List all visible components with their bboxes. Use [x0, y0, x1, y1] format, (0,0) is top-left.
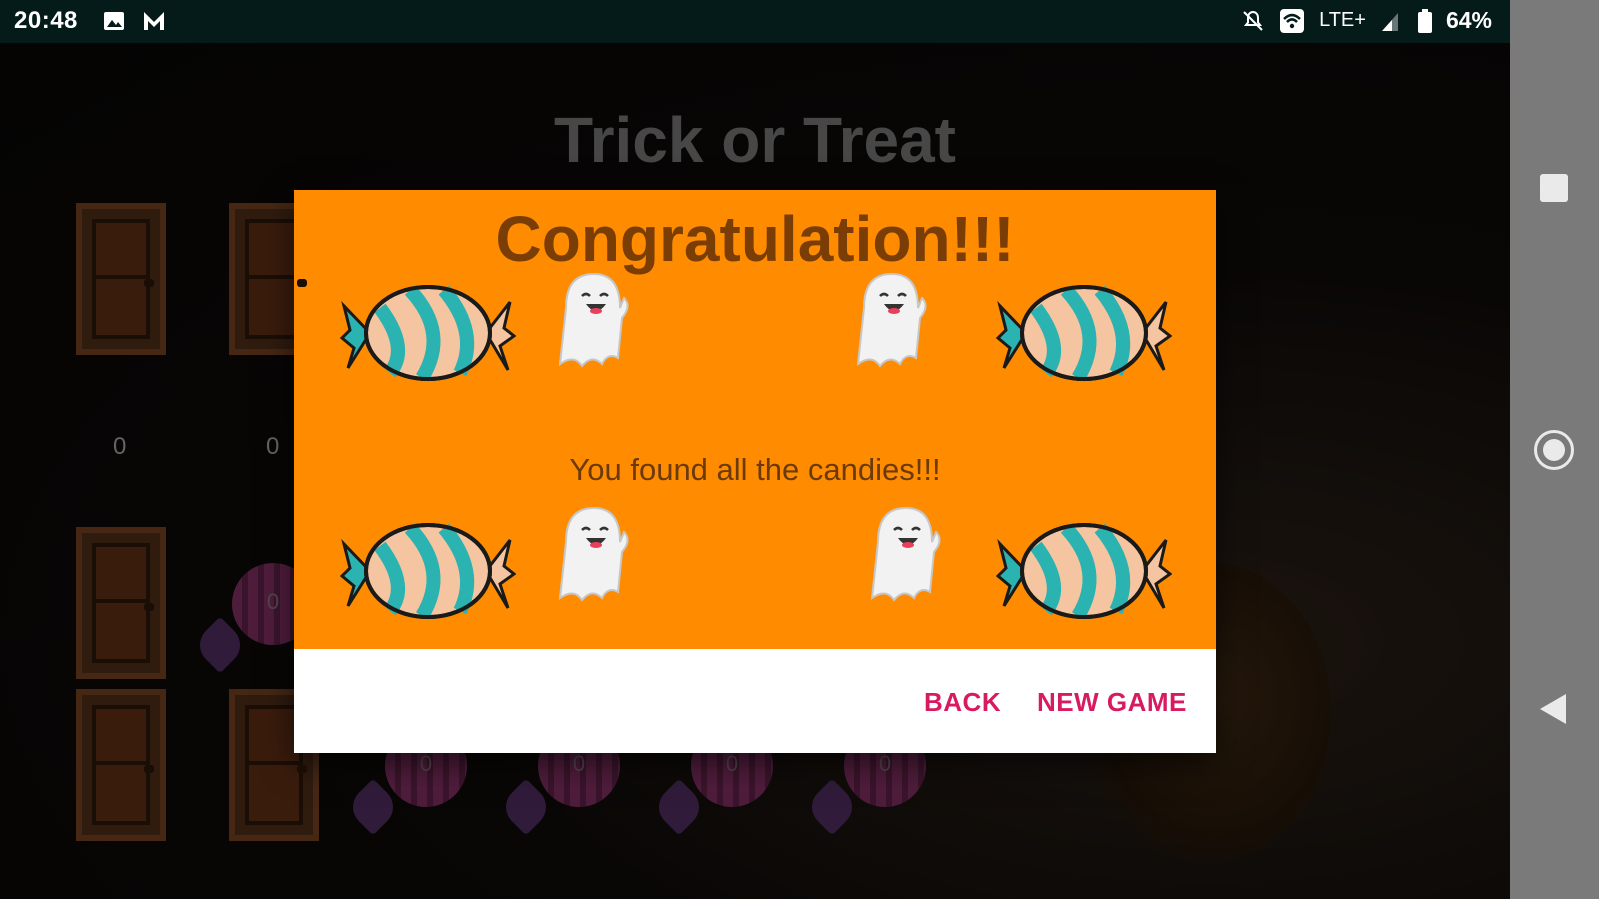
dialog-actions: BACK NEW GAME [294, 649, 1216, 753]
ghost-icon [558, 506, 629, 602]
back-button[interactable]: BACK [924, 687, 1001, 718]
ghost-icon [870, 506, 941, 602]
image-icon [104, 12, 124, 30]
status-time: 20:48 [14, 7, 78, 34]
navigation-bar [1510, 0, 1599, 899]
back-icon[interactable] [1540, 694, 1566, 724]
wifi-icon [1280, 8, 1305, 33]
ghost-icon [558, 272, 629, 368]
dialog-message: You found all the candies!!! [569, 452, 941, 487]
new-game-button[interactable]: NEW GAME [1037, 687, 1187, 718]
network-type: LTE+ [1319, 9, 1366, 31]
candy-icon [996, 285, 1172, 382]
battery-icon [1417, 8, 1432, 33]
messenger-icon [144, 12, 164, 30]
dialog-body: Congratulation!!! You found all the cand… [294, 190, 1216, 649]
candy-icon [340, 285, 516, 382]
status-right: LTE+ 64% [1241, 7, 1492, 34]
signal-icon [1381, 12, 1398, 31]
candy-icon [996, 523, 1172, 620]
battery-percent: 64% [1445, 7, 1492, 33]
dialog-title: Congratulation!!! [495, 203, 1015, 275]
ghost-icon [856, 272, 927, 368]
congratulation-dialog: Congratulation!!! You found all the cand… [294, 190, 1216, 753]
home-icon[interactable] [1534, 430, 1574, 470]
recents-icon[interactable] [1540, 174, 1568, 202]
status-bar: 20:48 LTE+ 64% [0, 0, 1510, 43]
mute-icon [1243, 10, 1263, 31]
candy-icon [340, 523, 516, 620]
